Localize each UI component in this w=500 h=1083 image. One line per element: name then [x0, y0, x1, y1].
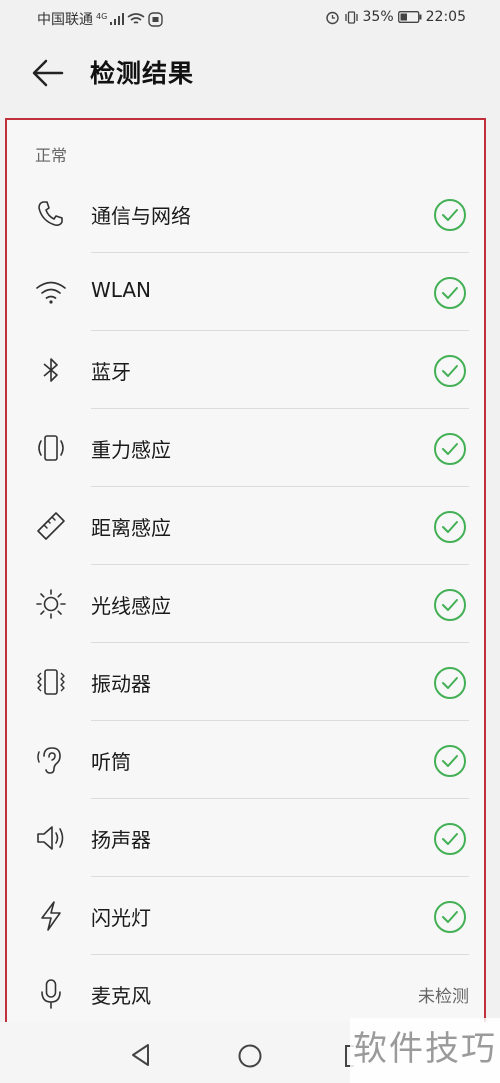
status-bar-right: 35% 22:05	[325, 9, 466, 25]
microphone-icon	[41, 979, 61, 1009]
check-circle-icon	[434, 199, 466, 231]
check-circle-icon	[434, 823, 466, 855]
clock: 22:05	[425, 9, 466, 25]
alarm-icon	[325, 11, 339, 24]
list-item-wlan[interactable]: WLAN	[7, 253, 484, 331]
network-type-label: 4G	[96, 11, 108, 21]
list-item-label: 距离感应	[91, 516, 171, 540]
phone-icon	[38, 201, 63, 226]
earpiece-icon	[37, 747, 61, 774]
check-circle-icon	[434, 511, 466, 543]
results-panel: 正常 通信与网络 WLAN 蓝牙 重力感应 距离感应 光线感应 振动器 听筒 扬…	[5, 118, 486, 1024]
check-circle-icon	[434, 277, 466, 309]
list-item-label: 蓝牙	[91, 360, 131, 384]
section-label-normal: 正常	[35, 146, 68, 165]
list-item-proximity-sensor[interactable]: 距离感应	[7, 487, 484, 565]
wifi-status-icon	[127, 12, 145, 24]
check-circle-icon	[434, 901, 466, 933]
proximity-sensor-icon	[37, 512, 65, 540]
battery-percent: 35%	[362, 9, 394, 25]
list-item-label: 通信与网络	[91, 204, 191, 228]
list-item-label: 振动器	[91, 672, 151, 696]
check-circle-icon	[434, 433, 466, 465]
check-circle-icon	[434, 667, 466, 699]
list-item-network[interactable]: 通信与网络	[7, 175, 484, 253]
list-item-earpiece[interactable]: 听筒	[7, 721, 484, 799]
list-item-microphone[interactable]: 麦克风 未检测	[7, 955, 484, 1022]
status-bar-left: 中国联通 4G	[37, 9, 163, 29]
vibration-icon	[37, 669, 65, 695]
check-circle-icon	[434, 745, 466, 777]
watermark: 软件技巧	[350, 1018, 500, 1083]
list-item-flash[interactable]: 闪光灯	[7, 877, 484, 955]
list-item-light-sensor[interactable]: 光线感应	[7, 565, 484, 643]
check-circle-icon	[434, 355, 466, 387]
list-item-speaker[interactable]: 扬声器	[7, 799, 484, 877]
battery-icon	[397, 11, 422, 23]
list-item-label: 听筒	[91, 750, 131, 774]
nav-home-icon[interactable]	[237, 1043, 263, 1069]
flash-icon	[41, 901, 61, 931]
speaker-icon	[37, 826, 64, 850]
back-button[interactable]	[30, 56, 70, 92]
gravity-sensor-icon	[38, 435, 64, 461]
vibrate-mode-icon	[344, 10, 358, 24]
wifi-icon	[36, 281, 66, 304]
check-circle-icon	[434, 589, 466, 621]
list-item-label: 光线感应	[91, 594, 171, 618]
light-sensor-icon	[36, 589, 66, 619]
status-bar: 中国联通 4G 35% 22:05	[0, 0, 500, 34]
list-item-label: WLAN	[91, 278, 152, 302]
list-item-bluetooth[interactable]: 蓝牙	[7, 331, 484, 409]
app-notification-icon	[148, 11, 163, 27]
list-item-label: 闪光灯	[91, 906, 151, 930]
signal-icon	[110, 13, 125, 25]
list-item-label: 重力感应	[91, 438, 171, 462]
page-title: 检测结果	[90, 59, 195, 88]
list-item-label: 扬声器	[91, 828, 151, 852]
not-tested-status: 未检测	[418, 987, 469, 1007]
list-item-label: 麦克风	[91, 984, 151, 1008]
bluetooth-icon	[43, 358, 58, 382]
arrow-left-icon	[32, 59, 64, 87]
app-header: 检测结果	[0, 34, 500, 114]
results-list: 通信与网络 WLAN 蓝牙 重力感应 距离感应 光线感应 振动器 听筒 扬声器 …	[7, 175, 484, 1022]
list-item-gravity-sensor[interactable]: 重力感应	[7, 409, 484, 487]
nav-back-icon[interactable]	[128, 1042, 154, 1068]
list-item-vibration[interactable]: 振动器	[7, 643, 484, 721]
carrier-label: 中国联通	[37, 12, 93, 28]
